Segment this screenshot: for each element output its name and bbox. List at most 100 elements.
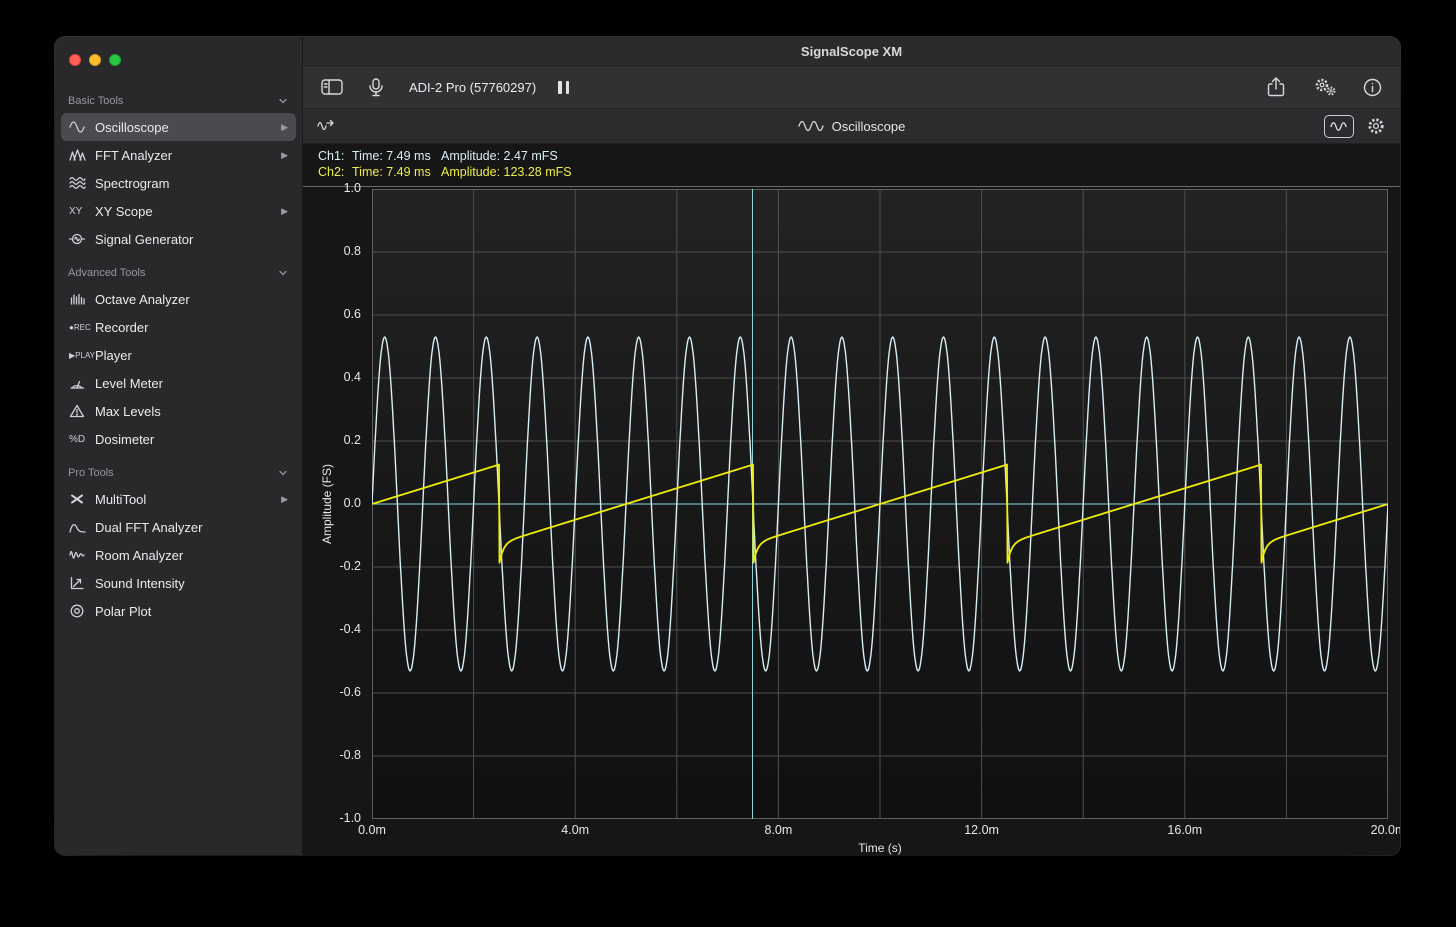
settings-gears-icon[interactable]	[1313, 77, 1337, 97]
polar-plot-icon	[69, 603, 95, 619]
y-tick-label: 0.2	[303, 433, 361, 447]
info-icon[interactable]	[1363, 78, 1382, 97]
x-tick-label: 12.0m	[964, 823, 999, 837]
sidebar-item-label: Octave Analyzer	[95, 292, 288, 307]
sidebar-sections: Basic Tools Oscilloscope ▶ FFT Analyzer ▶ Spe…	[55, 75, 302, 625]
ch1-label: Ch1:	[318, 148, 352, 164]
section-label: Advanced Tools	[68, 267, 145, 279]
y-tick-label: -0.8	[303, 748, 361, 762]
screen: Basic Tools Oscilloscope ▶ FFT Analyzer ▶ Spe…	[0, 0, 1456, 927]
microphone-icon[interactable]	[365, 78, 387, 97]
y-tick-label: -0.2	[303, 559, 361, 573]
sidebar-item-oscilloscope[interactable]: Oscilloscope ▶	[61, 113, 296, 141]
warning-triangle-icon	[69, 403, 95, 419]
x-axis-ticks: 0.0m4.0m8.0m12.0m16.0m20.0m	[372, 823, 1388, 839]
disclosure-arrow-icon[interactable]: ▶	[281, 206, 288, 217]
sidebar-item-label: Sound Intensity	[95, 576, 288, 591]
scope-header-bar: Oscilloscope	[303, 109, 1400, 144]
sidebar-item-sound-intensity[interactable]: Sound Intensity	[61, 569, 296, 597]
y-axis-ticks: 1.00.80.60.40.20.0-0.2-0.4-0.6-0.8-1.0	[303, 189, 365, 819]
sidebar-toggle-icon[interactable]	[321, 78, 343, 96]
sidebar-item-label: Signal Generator	[95, 232, 288, 247]
record-icon: ●REC	[69, 323, 95, 332]
disclosure-arrow-icon[interactable]: ▶	[281, 150, 288, 161]
sidebar-section-header-basic-tools[interactable]: Basic Tools	[55, 89, 302, 113]
sine-icon	[69, 119, 95, 135]
sidebar-item-multitool[interactable]: MultiTool ▶	[61, 485, 296, 513]
sidebar-item-label: Spectrogram	[95, 176, 288, 191]
chevron-down-icon[interactable]	[276, 266, 290, 280]
sidebar-item-spectrogram[interactable]: Spectrogram	[61, 169, 296, 197]
sidebar-section-header-advanced-tools[interactable]: Advanced Tools	[55, 261, 302, 285]
ch2-label: Ch2:	[318, 164, 352, 180]
sidebar-item-signal-generator[interactable]: Signal Generator	[61, 225, 296, 253]
sidebar-item-room-analyzer[interactable]: Room Analyzer	[61, 541, 296, 569]
fft-icon	[69, 147, 95, 163]
input-signal-icon[interactable]	[317, 118, 337, 134]
sidebar-item-fft-analyzer[interactable]: FFT Analyzer ▶	[61, 141, 296, 169]
sine-icon	[798, 119, 824, 133]
share-icon[interactable]	[1265, 77, 1287, 97]
gear-icon[interactable]	[1366, 116, 1386, 136]
sidebar-item-label: Oscilloscope	[95, 120, 275, 135]
sidebar-item-label: Room Analyzer	[95, 548, 288, 563]
x-tick-label: 4.0m	[561, 823, 589, 837]
octave-bars-icon	[69, 291, 95, 307]
sidebar-item-label: Dual FFT Analyzer	[95, 520, 288, 535]
sidebar: Basic Tools Oscilloscope ▶ FFT Analyzer ▶ Spe…	[55, 37, 303, 855]
sidebar-item-label: MultiTool	[95, 492, 275, 507]
play-icon: ▶PLAY	[69, 351, 95, 360]
sidebar-item-octave-analyzer[interactable]: Octave Analyzer	[61, 285, 296, 313]
window-controls	[55, 37, 302, 75]
sidebar-item-level-meter[interactable]: Level Meter	[61, 369, 296, 397]
y-tick-label: -0.4	[303, 622, 361, 636]
dual-fft-icon	[69, 519, 95, 535]
disclosure-arrow-icon[interactable]: ▶	[281, 494, 288, 505]
ch2-readout: Ch2: Time: 7.49 ms Amplitude: 123.28 mFS	[318, 164, 1400, 180]
sidebar-item-label: Dosimeter	[95, 432, 288, 447]
y-tick-label: 0.8	[303, 244, 361, 258]
toolbar: ADI-2 Pro (57760297)	[303, 66, 1400, 109]
sidebar-item-player[interactable]: ▶PLAYPlayer	[61, 341, 296, 369]
main-area: SignalScope XM ADI-2 Pro (57760297)	[303, 37, 1400, 855]
y-tick-label: 1.0	[303, 181, 361, 195]
y-tick-label: -0.6	[303, 685, 361, 699]
titlebar[interactable]: SignalScope XM	[303, 37, 1400, 66]
y-tick-label: 0.6	[303, 307, 361, 321]
minimize-window-button[interactable]	[89, 54, 101, 66]
x-axis-label: Time (s)	[858, 841, 902, 855]
sidebar-item-label: Polar Plot	[95, 604, 288, 619]
sidebar-item-dual-fft-analyzer[interactable]: Dual FFT Analyzer	[61, 513, 296, 541]
sidebar-item-label: Max Levels	[95, 404, 288, 419]
chevron-down-icon[interactable]	[276, 94, 290, 108]
sidebar-item-max-levels[interactable]: Max Levels	[61, 397, 296, 425]
scope-title: Oscilloscope	[832, 119, 906, 134]
ch2-time: Time: 7.49 ms	[352, 164, 441, 180]
window-title: SignalScope XM	[801, 44, 902, 59]
close-window-button[interactable]	[69, 54, 81, 66]
section-label: Pro Tools	[68, 467, 114, 479]
sidebar-item-label: FFT Analyzer	[95, 148, 275, 163]
sidebar-item-label: XY Scope	[95, 204, 275, 219]
sidebar-section-header-pro-tools[interactable]: Pro Tools	[55, 461, 302, 485]
sidebar-item-polar-plot[interactable]: Polar Plot	[61, 597, 296, 625]
chevron-down-icon[interactable]	[276, 466, 290, 480]
y-tick-label: 0.0	[303, 496, 361, 510]
sound-intensity-icon	[69, 575, 95, 591]
sidebar-item-xy-scope[interactable]: XYXY Scope▶	[61, 197, 296, 225]
x-tick-label: 16.0m	[1167, 823, 1202, 837]
sidebar-item-recorder[interactable]: ●RECRecorder	[61, 313, 296, 341]
waveform-display-button[interactable]	[1324, 115, 1354, 138]
pause-button[interactable]	[558, 81, 569, 94]
device-selector[interactable]: ADI-2 Pro (57760297)	[409, 80, 536, 95]
zoom-window-button[interactable]	[109, 54, 121, 66]
sidebar-item-label: Recorder	[95, 320, 288, 335]
spectrogram-icon	[69, 175, 95, 191]
oscilloscope-plot[interactable]	[372, 189, 1388, 819]
y-tick-label: -1.0	[303, 811, 361, 825]
sidebar-item-dosimeter[interactable]: %DDosimeter	[61, 425, 296, 453]
level-meter-icon	[69, 375, 95, 391]
disclosure-arrow-icon[interactable]: ▶	[281, 122, 288, 133]
scope-title-group: Oscilloscope	[303, 109, 1400, 143]
y-tick-label: 0.4	[303, 370, 361, 384]
